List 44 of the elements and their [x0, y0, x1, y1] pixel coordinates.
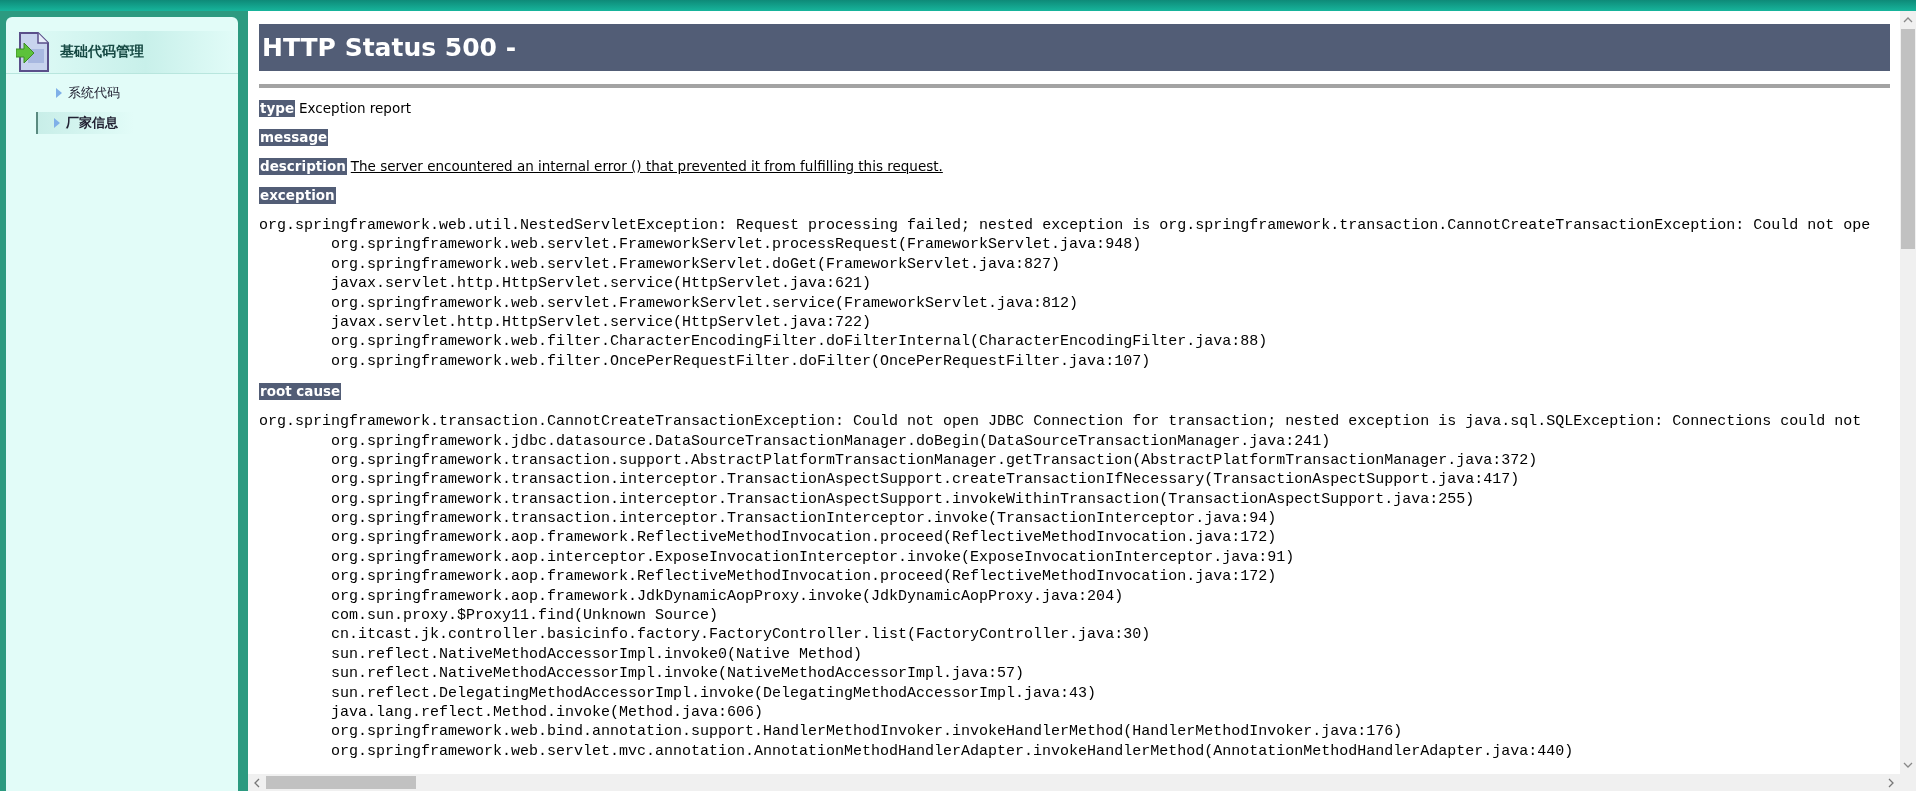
stack-trace-line: java.lang.reflect.Method.invoke(Method.java:606)	[330, 703, 764, 723]
stack-trace-line: org.springframework.aop.framework.ReflectiveMethodInvocation.proceed(ReflectiveMethodInvocation.java:172)	[330, 528, 1277, 548]
stack-trace-line: org.springframework.transaction.support.AbstractPlatformTransactionManager.getTransaction(AbstractPlatformTransactionManager.java:372)	[330, 450, 1538, 471]
triangle-icon	[56, 88, 62, 98]
stack-trace-line: javax.servlet.http.HttpServlet.service(HttpServlet.java:722)	[330, 312, 872, 333]
section-label: description	[259, 158, 347, 175]
exception-message: org.springframework.web.util.NestedServletException: Request processing failed; nested exception is org.springframework.transaction.CannotCreateTransactionException: Could not ope	[259, 216, 1871, 236]
vertical-scrollbar[interactable]	[1900, 11, 1916, 791]
stack-trace-line: org.springframework.transaction.interceptor.TransactionAspectSupport.createTransactionIfNecessary(TransactionAspectSupport.java:417)	[330, 470, 1520, 490]
stack-trace-line: javax.servlet.http.HttpServlet.service(HttpServlet.java:621)	[330, 274, 872, 294]
sidebar-item[interactable]: 系统代码	[50, 82, 136, 104]
stack-trace-line: sun.reflect.NativeMethodAccessorImpl.invoke(NativeMethodAccessorImpl.java:57)	[330, 664, 1025, 684]
stack-trace-line: org.springframework.web.servlet.mvc.annotation.AnnotationMethodHandlerAdapter.invokeHandlerMethod(AnnotationMethodHandlerAdapter.java:440)	[330, 741, 1574, 762]
stack-trace-line: org.springframework.aop.interceptor.ExposeInvocationInterceptor.invoke(ExposeInvocationInterceptor.java:91)	[330, 547, 1295, 568]
stack-trace-line: org.springframework.transaction.interceptor.TransactionAspectSupport.invokeWithinTransaction(TransactionAspectSupport.java:255)	[330, 489, 1475, 510]
stack-trace-line: org.springframework.aop.framework.JdkDynamicAopProxy.invoke(JdkDynamicAopProxy.java:204)	[330, 586, 1124, 607]
section-label: exception	[259, 187, 336, 204]
stack-trace-line: org.springframework.transaction.interceptor.TransactionInterceptor.invoke(TransactionInterceptor.java:94)	[330, 509, 1277, 529]
section-title: 基础代码管理	[60, 43, 144, 61]
stack-trace-line: org.springframework.aop.framework.ReflectiveMethodInvocation.proceed(ReflectiveMethodInvocation.java:172)	[330, 567, 1277, 587]
stack-trace-line: org.springframework.web.filter.OncePerRequestFilter.doFilter(OncePerRequestFilter.java:107)	[330, 351, 1151, 372]
stack-trace-line: org.springframework.web.servlet.FrameworkServlet.processRequest(FrameworkServlet.java:948)	[330, 235, 1142, 255]
stack-trace-line: com.sun.proxy.$Proxy11.find(Unknown Source)	[330, 606, 719, 626]
scrollbar-thumb[interactable]	[1901, 29, 1915, 249]
section-label: root cause	[259, 383, 342, 401]
stack-trace-line: sun.reflect.NativeMethodAccessorImpl.invoke0(Native Method)	[330, 644, 863, 665]
section-text: The server encountered an internal error () that prevented it from fulfilling this request.	[350, 158, 943, 175]
section-text: Exception report	[299, 100, 412, 117]
stack-trace-line: org.springframework.web.bind.annotation.support.HandlerMethodInvoker.invokeHandlerMethod(HandlerMethodInvoker.java:176)	[330, 722, 1403, 742]
scrollbar-thumb[interactable]	[266, 776, 416, 789]
horizontal-scrollbar[interactable]	[248, 774, 1900, 791]
section-label: message	[259, 129, 329, 146]
stack-trace-line: sun.reflect.DelegatingMethodAccessorImpl.invoke(DelegatingMethodAccessorImpl.java:43)	[330, 683, 1097, 703]
stack-trace-line: cn.itcast.jk.controller.basicinfo.factory.FactoryController.list(FactoryController.java:30)	[330, 625, 1151, 645]
stack-trace-line: org.springframework.web.filter.CharacterEncodingFilter.doFilterInternal(CharacterEncodingFilter.java:88)	[330, 332, 1268, 352]
document-arrow-icon	[16, 32, 50, 72]
sidebar-section-header[interactable]: 基础代码管理	[6, 31, 238, 74]
section-label: type	[259, 100, 296, 117]
stack-trace-line: org.springframework.web.servlet.FrameworkServlet.doGet(FrameworkServlet.java:827)	[330, 254, 1061, 275]
stack-trace-line: org.springframework.jdbc.datasource.DataSourceTransactionManager.doBegin(DataSourceTransactionManager.java:241)	[330, 431, 1331, 451]
page-heading: HTTP Status 500 -	[259, 24, 1890, 71]
stack-trace-line: org.springframework.web.servlet.FrameworkServlet.service(FrameworkServlet.java:812)	[330, 293, 1079, 313]
exception-message: org.springframework.transaction.CannotCreateTransactionException: Could not open JDBC Connection for transaction; nested exception is java.sql.SQLException: Connections could not	[259, 412, 1862, 432]
triangle-icon	[54, 118, 60, 128]
